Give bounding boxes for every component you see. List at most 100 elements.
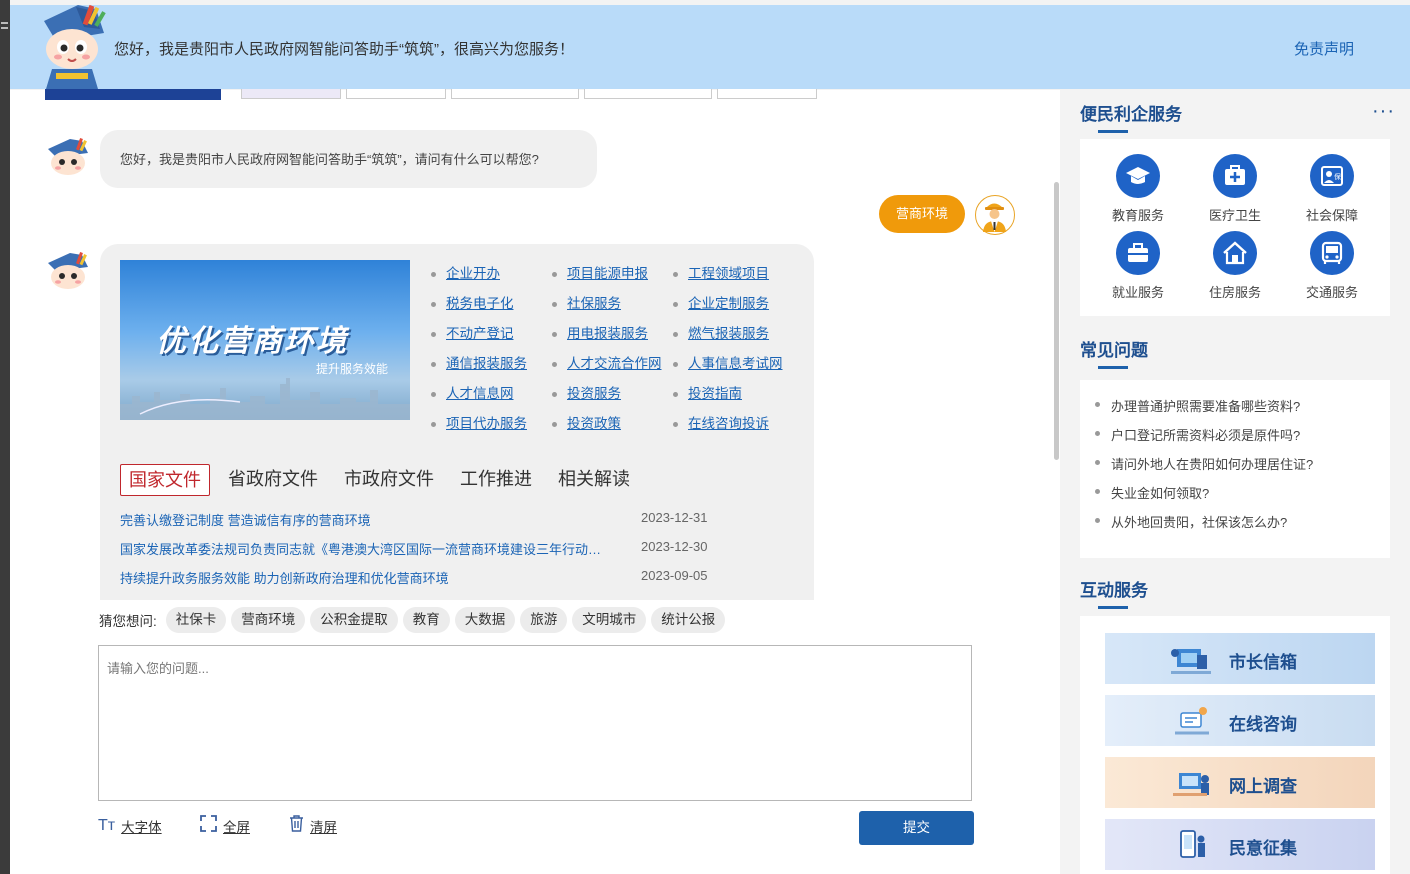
bot-greeting-text: 您好，我是贵阳市人民政府网智能问答助手“筑筑”，请问有什么可以帮您? xyxy=(120,152,539,167)
news-title[interactable]: 完善认缴登记制度 营造诚信有序的营商环境 xyxy=(120,510,612,529)
chat-scrollbar[interactable] xyxy=(1054,182,1059,460)
bot-message-bubble: 您好，我是贵阳市人民政府网智能问答助手“筑筑”，请问有什么可以帮您? xyxy=(100,130,597,188)
news-title[interactable]: 持续提升政务服务效能 助力创新政府治理和优化营商环境 xyxy=(120,568,612,587)
news-item: 完善认缴登记制度 营造诚信有序的营商环境 2023-12-31 xyxy=(120,510,720,539)
link-row: 企业开办 项目能源申报 工程领域项目 xyxy=(430,262,800,292)
suggestion-chip[interactable]: 统计公报 xyxy=(651,607,726,633)
link-item[interactable]: 人才信息网 xyxy=(430,382,551,412)
hidden-toolbar-button xyxy=(717,89,817,99)
news-date: 2023-09-05 xyxy=(641,568,708,583)
large-font-label: 大字体 xyxy=(121,820,162,835)
faq-item[interactable]: 失业金如何领取? xyxy=(1094,483,1209,502)
link-item[interactable]: 企业开办 xyxy=(430,262,551,292)
link-item[interactable]: 投资政策 xyxy=(551,412,672,442)
bus-icon xyxy=(1310,231,1354,275)
service-education[interactable]: 教育服务 xyxy=(1088,154,1188,224)
suggestion-chip[interactable]: 教育 xyxy=(402,607,450,633)
tab-provincial-documents[interactable]: 省政府文件 xyxy=(220,464,326,496)
online-consult-button[interactable]: 在线咨询 xyxy=(1105,695,1375,746)
faq-card: 办理普通护照需要准备哪些资料? 户口登记所需资料必须是原件吗? 请问外地人在贵阳… xyxy=(1080,380,1390,558)
link-item[interactable]: 投资服务 xyxy=(551,382,672,412)
link-row: 人才信息网 投资服务 投资指南 xyxy=(430,382,800,412)
service-employment[interactable]: 就业服务 xyxy=(1088,231,1188,301)
submit-button[interactable]: 提交 xyxy=(859,811,974,845)
promo-title: 优化营商环境 xyxy=(156,324,348,359)
link-item[interactable]: 通信报装服务 xyxy=(430,352,551,382)
services-card: 教育服务 医疗卫生 保 社会保障 就业服务 住房服务 交通服务 xyxy=(1080,139,1390,316)
services-section-title: 便民利企服务 xyxy=(1080,100,1182,133)
clear-screen-label: 清屏 xyxy=(310,820,337,835)
suggestion-chip[interactable]: 旅游 xyxy=(520,607,568,633)
suggestion-chip[interactable]: 营商环境 xyxy=(231,607,306,633)
service-housing[interactable]: 住房服务 xyxy=(1185,231,1285,301)
link-item[interactable]: 投资指南 xyxy=(672,382,793,412)
suggestion-chip[interactable]: 公积金提取 xyxy=(310,607,398,633)
svg-text:保: 保 xyxy=(1334,172,1341,181)
disclaimer-link[interactable]: 免责声明 xyxy=(1294,38,1354,59)
hidden-toolbar-button xyxy=(346,89,446,99)
hidden-toolbar-button xyxy=(451,89,579,99)
banner-greeting: 您好，我是贵阳市人民政府网智能问答助手“筑筑”，很高兴为您服务！ xyxy=(114,41,574,58)
service-label: 就业服务 xyxy=(1111,285,1164,300)
suggested-label: 猜您想问: xyxy=(99,614,157,629)
public-opinion-label: 民意征集 xyxy=(1229,839,1297,858)
link-item[interactable]: 项目代办服务 xyxy=(430,412,551,442)
news-item: 持续提升政务服务效能 助力创新政府治理和优化营商环境 2023-09-05 xyxy=(120,568,720,597)
fullscreen-button[interactable]: 全屏 xyxy=(200,815,250,837)
interactive-card: 市长信箱 在线咨询 网上调查 民意征集 xyxy=(1080,616,1390,874)
large-font-button[interactable]: Tт 大字体 xyxy=(98,815,162,837)
faq-item[interactable]: 从外地回贵阳，社保该怎么办? xyxy=(1094,512,1287,531)
link-item[interactable]: 燃气报装服务 xyxy=(672,322,793,352)
mayor-mailbox-button[interactable]: 市长信箱 xyxy=(1105,633,1375,684)
promo-banner-image[interactable]: 优化营商环境 提升服务效能 xyxy=(120,260,410,420)
suggestion-chip[interactable]: 文明城市 xyxy=(572,607,647,633)
hidden-toolbar-button xyxy=(241,89,341,99)
news-title[interactable]: 国家发展改革委法规司负责同志就《粤港澳大湾区国际一流营商环境建设三年行动计划》答… xyxy=(120,539,612,558)
house-icon xyxy=(1213,231,1257,275)
online-survey-button[interactable]: 网上调查 xyxy=(1105,757,1375,808)
service-transport[interactable]: 交通服务 xyxy=(1282,231,1382,301)
link-item[interactable]: 社保服务 xyxy=(551,292,672,322)
link-row: 通信报装服务 人才交流合作网 人事信息考试网 xyxy=(430,352,800,382)
suggestion-chip[interactable]: 社保卡 xyxy=(165,607,227,633)
link-item[interactable]: 工程领域项目 xyxy=(672,262,793,292)
medical-kit-icon xyxy=(1213,154,1257,198)
link-row: 项目代办服务 投资政策 在线咨询投诉 xyxy=(430,412,800,442)
link-item[interactable]: 税务电子化 xyxy=(430,292,551,322)
question-input[interactable] xyxy=(99,646,971,800)
suggestion-chip[interactable]: 大数据 xyxy=(454,607,516,633)
clear-screen-button[interactable]: 清屏 xyxy=(289,815,337,837)
service-label: 交通服务 xyxy=(1305,285,1358,300)
faq-item[interactable]: 请问外地人在贵阳如何办理居住证? xyxy=(1094,454,1313,473)
tab-work-progress[interactable]: 工作推进 xyxy=(452,464,540,496)
graduation-cap-icon xyxy=(1116,154,1160,198)
more-options-icon[interactable]: ··· xyxy=(1372,100,1395,123)
tab-national-documents[interactable]: 国家文件 xyxy=(120,464,210,496)
link-item[interactable]: 不动产登记 xyxy=(430,322,551,352)
service-medical[interactable]: 医疗卫生 xyxy=(1185,154,1285,224)
public-opinion-button[interactable]: 民意征集 xyxy=(1105,819,1375,870)
tab-interpretation[interactable]: 相关解读 xyxy=(550,464,638,496)
fullscreen-icon xyxy=(200,815,217,837)
link-row: 不动产登记 用电报装服务 燃气报装服务 xyxy=(430,322,800,352)
link-item[interactable]: 人事信息考试网 xyxy=(672,352,793,382)
service-social-security[interactable]: 保 社会保障 xyxy=(1282,154,1382,224)
mascot-icon xyxy=(32,3,114,91)
city-skyline-icon xyxy=(120,378,410,420)
strip-mark xyxy=(1,27,8,29)
news-date: 2023-12-31 xyxy=(641,510,708,525)
tab-municipal-documents[interactable]: 市政府文件 xyxy=(336,464,442,496)
service-label: 教育服务 xyxy=(1111,208,1164,223)
link-item[interactable]: 项目能源申报 xyxy=(551,262,672,292)
service-label: 医疗卫生 xyxy=(1208,208,1261,223)
survey-illustration-icon xyxy=(1173,773,1209,796)
faq-item[interactable]: 户口登记所需资料必须是原件吗? xyxy=(1094,425,1300,444)
link-item[interactable]: 用电报装服务 xyxy=(551,322,672,352)
link-item[interactable]: 在线咨询投诉 xyxy=(672,412,793,442)
link-item[interactable]: 人才交流合作网 xyxy=(551,352,672,382)
strip-mark xyxy=(1,22,8,24)
service-links-grid: 企业开办 项目能源申报 工程领域项目 税务电子化 社保服务 企业定制服务 不动产… xyxy=(430,262,800,442)
right-sidebar: 便民利企服务 ··· 教育服务 医疗卫生 保 社会保障 就业服务 住房服务 交通… xyxy=(1060,90,1410,874)
faq-item[interactable]: 办理普通护照需要准备哪些资料? xyxy=(1094,396,1300,415)
link-item[interactable]: 企业定制服务 xyxy=(672,292,793,322)
